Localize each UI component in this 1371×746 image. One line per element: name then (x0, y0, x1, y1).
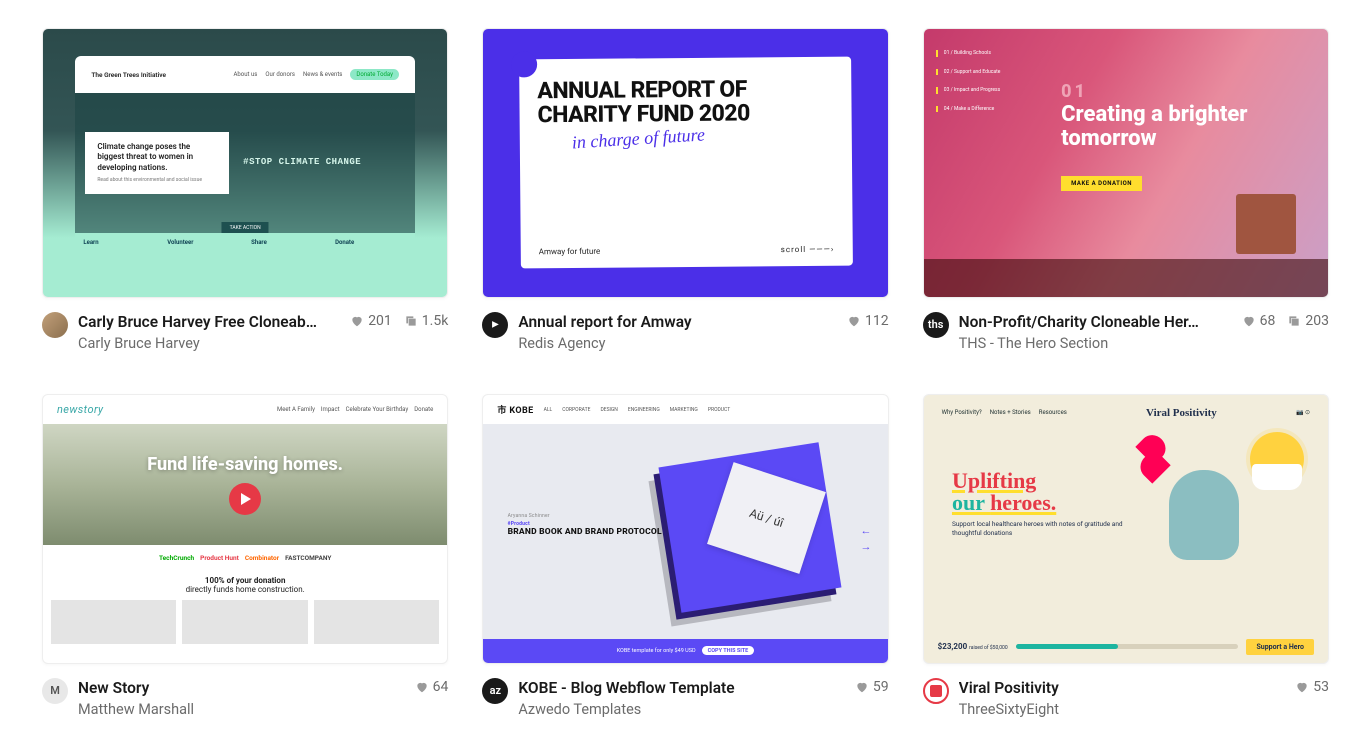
author-avatar[interactable] (482, 312, 508, 338)
project-card: 市 KOBE ALL CORPORATE DESIGN ENGINEERING … (482, 394, 888, 718)
author-avatar[interactable]: M (42, 678, 68, 704)
project-card: 01 / Building Schools 02 / Support and E… (923, 28, 1329, 352)
card-meta: Carly Bruce Harvey Free Cloneab… Carly B… (42, 312, 448, 352)
project-author[interactable]: Carly Bruce Harvey (78, 335, 340, 352)
likes-button[interactable]: 64 (415, 679, 449, 695)
thumb-heading: ANNUAL REPORT OF CHARITY FUND 2020 (537, 77, 833, 128)
author-avatar[interactable]: ths (923, 312, 949, 338)
likes-count: 64 (433, 679, 449, 695)
heart-icon (1295, 680, 1309, 694)
project-grid: The Green Trees Initiative About us Our … (42, 28, 1329, 718)
hand-icon (1169, 470, 1239, 560)
project-title[interactable]: Viral Positivity (959, 678, 1219, 699)
card-meta: az KOBE - Blog Webflow Template Azwedo T… (482, 678, 888, 718)
thumb-nav: The Green Trees Initiative About us Our … (75, 56, 415, 94)
project-author[interactable]: THS - The Hero Section (959, 335, 1232, 352)
project-card: The Green Trees Initiative About us Our … (42, 28, 448, 352)
heart-icon (1136, 448, 1171, 483)
project-title[interactable]: Annual report for Amway (518, 312, 778, 333)
play-icon (229, 483, 261, 515)
clone-icon (404, 314, 418, 328)
project-author[interactable]: Matthew Marshall (78, 701, 405, 718)
thumb-quote: Climate change poses the biggest threat … (85, 132, 229, 194)
card-meta: Viral Positivity ThreeSixtyEight 53 (923, 678, 1329, 718)
card-meta: Annual report for Amway Redis Agency 112 (482, 312, 888, 352)
heart-icon (847, 314, 861, 328)
thumb-slogan: #STOP CLIMATE CHANGE (243, 157, 361, 169)
likes-button[interactable]: 59 (855, 679, 889, 695)
thumb-script: in charge of future (571, 127, 705, 151)
thumb-logo: The Green Trees Initiative (91, 71, 166, 79)
author-avatar[interactable] (42, 312, 68, 338)
project-title[interactable]: New Story (78, 678, 338, 699)
likes-button[interactable]: 53 (1295, 679, 1329, 695)
thumb-heading: 01 Creating a brighter tomorrow (1061, 83, 1328, 150)
project-thumbnail[interactable]: newstory Meet A Family Impact Celebrate … (42, 394, 448, 664)
author-avatar[interactable] (923, 678, 949, 704)
likes-count: 53 (1313, 679, 1329, 695)
likes-button[interactable]: 68 (1242, 313, 1276, 329)
project-card: Why Positivity? Notes + Stories Resource… (923, 394, 1329, 718)
project-author[interactable]: Azwedo Templates (518, 701, 845, 718)
project-card: ANNUAL REPORT OF CHARITY FUND 2020 in ch… (482, 28, 888, 352)
thumb-logo: Viral Positivity (1146, 407, 1217, 419)
heart-icon (855, 680, 869, 694)
thumb-heading: BRAND BOOK AND BRAND PROTOCOL (508, 527, 662, 537)
likes-button[interactable]: 201 (350, 313, 392, 329)
likes-count: 59 (873, 679, 889, 695)
project-thumbnail[interactable]: 01 / Building Schools 02 / Support and E… (923, 28, 1329, 298)
author-avatar[interactable]: az (482, 678, 508, 704)
clones-button[interactable]: 203 (1287, 313, 1329, 329)
likes-count: 201 (368, 313, 392, 329)
likes-count: 68 (1260, 313, 1276, 329)
project-thumbnail[interactable]: Why Positivity? Notes + Stories Resource… (923, 394, 1329, 664)
likes-count: 112 (865, 313, 889, 329)
clones-count: 203 (1305, 313, 1329, 329)
thumb-heading: Fund life-saving homes. (147, 454, 343, 475)
project-author[interactable]: Redis Agency (518, 335, 837, 352)
thumb-heading: Uplifting our heroes. (952, 470, 1130, 514)
clones-button[interactable]: 1.5k (404, 313, 449, 329)
project-thumbnail[interactable]: ANNUAL REPORT OF CHARITY FUND 2020 in ch… (482, 28, 888, 298)
arrow-icon: ←→ (860, 523, 871, 554)
thumb-logo: newstory (57, 403, 104, 416)
project-thumbnail[interactable]: The Green Trees Initiative About us Our … (42, 28, 448, 298)
thumb-cta: Support a Hero (1246, 639, 1314, 655)
card-meta: ths Non-Profit/Charity Cloneable Her… TH… (923, 312, 1329, 352)
card-meta: M New Story Matthew Marshall 64 (42, 678, 448, 718)
project-author[interactable]: ThreeSixtyEight (959, 701, 1286, 718)
likes-button[interactable]: 112 (847, 313, 889, 329)
project-title[interactable]: Non-Profit/Charity Cloneable Her… (959, 312, 1219, 333)
project-title[interactable]: Carly Bruce Harvey Free Cloneab… (78, 312, 338, 333)
heart-icon (1242, 314, 1256, 328)
clones-count: 1.5k (422, 313, 449, 329)
thumb-cta: MAKE A DONATION (1061, 176, 1142, 191)
heart-icon (350, 314, 364, 328)
heart-icon (415, 680, 429, 694)
clone-icon (1287, 314, 1301, 328)
project-thumbnail[interactable]: 市 KOBE ALL CORPORATE DESIGN ENGINEERING … (482, 394, 888, 664)
thumb-nav-items: About us Our donors News & events Donate… (234, 69, 399, 80)
mask-icon (1252, 464, 1302, 490)
project-title[interactable]: KOBE - Blog Webflow Template (518, 678, 778, 699)
project-card: newstory Meet A Family Impact Celebrate … (42, 394, 448, 718)
